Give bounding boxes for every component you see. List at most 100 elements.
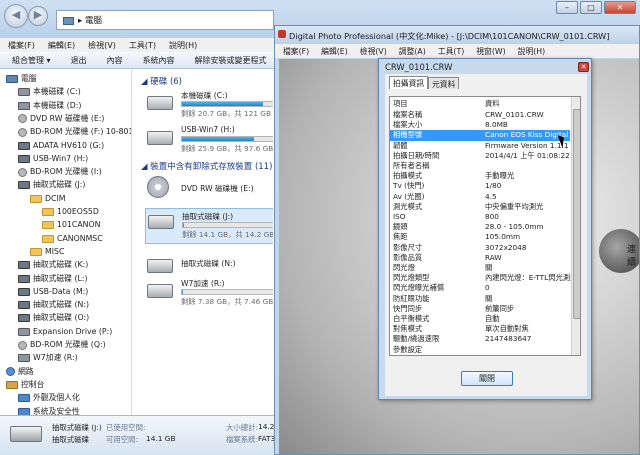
info-row[interactable]: 驅動/繞過速限 2147483647 — [390, 334, 570, 344]
group-hdd[interactable]: ◢ 硬碟 (6) — [141, 75, 182, 87]
dpp-menu-help[interactable]: 說明(H) — [510, 44, 550, 57]
info-row[interactable]: 閃光燈曝光補償 0 — [390, 283, 570, 293]
info-key: ISO — [393, 212, 406, 221]
info-row[interactable]: 拍攝模式 手動曝光 — [390, 171, 570, 181]
info-row[interactable]: 鏡頭 28.0 - 105.0mm — [390, 222, 570, 232]
info-row[interactable]: 影像品質 RAW — [390, 253, 570, 263]
tree-item[interactable]: 外觀及個人化 — [18, 391, 80, 404]
tree-item[interactable]: 本機磁碟 (D:) — [18, 99, 81, 112]
info-row[interactable]: 測光模式 中央偏重平均測光 — [390, 202, 570, 212]
info-row[interactable]: 檔案大小 8.0MB — [390, 120, 570, 130]
tree-item[interactable]: 抽取式磁碟 (J:) — [18, 178, 85, 191]
info-row[interactable]: 相機型號 Canon EOS Kiss Digital — [390, 130, 570, 141]
status-fs-label: 檔案系統: — [226, 435, 259, 444]
drive-tile-e[interactable]: DVD RW 磁碟機 (E:) — [147, 176, 273, 210]
tree-item[interactable]: BD-ROM 光碟機 (Q:) — [18, 338, 106, 351]
scrollbar-thumb[interactable] — [573, 109, 580, 319]
tab-metadata[interactable]: 元資料 — [428, 77, 460, 89]
minimize-button[interactable]: – — [556, 1, 578, 14]
info-value: 2014/4/1 上午 01:08:22 — [485, 150, 570, 160]
info-row[interactable]: Av (光圈) 4.5 — [390, 192, 570, 202]
info-row[interactable]: 快門同步 前簾同步 — [390, 304, 570, 314]
tree-item[interactable]: BD-ROM 光碟機 (F:) 10-801 — [18, 125, 131, 138]
menu-help[interactable]: 說明(H) — [161, 38, 202, 51]
info-row[interactable]: 焦距 105.0mm — [390, 232, 570, 242]
info-row[interactable]: 檔案名稱 CRW_0101.CRW — [390, 110, 570, 120]
tree-item[interactable]: 控制台 — [6, 378, 44, 391]
info-row[interactable]: 防紅眼功能 關 — [390, 294, 570, 304]
tree-item[interactable]: BD-ROM 光碟機 (I:) — [18, 165, 102, 178]
tree-item[interactable]: DVD RW 磁碟機 (E:) — [18, 112, 104, 125]
tree-item[interactable]: 網路 — [6, 365, 34, 378]
menu-edit[interactable]: 編輯(E) — [40, 38, 80, 51]
info-row[interactable]: 韌體 Firmware Version 1.1.1 — [390, 141, 570, 151]
maximize-button[interactable]: □ — [580, 1, 602, 14]
drive-tile-c[interactable]: 本機磁碟 (C:) 剩餘 20.7 GB，共 121 GB — [147, 90, 273, 124]
info-row[interactable]: 白平衡模式 自動 — [390, 314, 570, 324]
drive-tile-h[interactable]: USB-Win7 (H:) 剩餘 25.9 GB，共 97.6 GB — [147, 125, 273, 159]
tree-item[interactable]: 本機磁碟 (C:) — [18, 85, 81, 98]
close-window-button[interactable]: ✕ — [604, 1, 636, 14]
dpp-menu-tools[interactable]: 工具(T) — [430, 44, 468, 57]
info-row[interactable]: 參數設定 — [390, 345, 570, 355]
info-row[interactable]: 閃光燈類型 內建閃光燈：E-TTL閃光測光 — [390, 273, 575, 283]
status-free-value: 14.1 GB — [146, 434, 176, 443]
tree-item[interactable]: 抽取式磁碟 (L:) — [18, 272, 88, 285]
eject-button[interactable]: 退出 — [59, 52, 95, 66]
dpp-menu-edit[interactable]: 編輯(E) — [313, 44, 352, 57]
tree-item[interactable]: W7加速 (R:) — [18, 351, 78, 364]
drive-icon — [18, 327, 30, 336]
back-button[interactable]: ◀ — [4, 4, 28, 28]
tree-item[interactable]: 100EOS5D — [42, 205, 99, 218]
dpp-menu-adjust[interactable]: 調整(A) — [391, 44, 430, 57]
usb-drive-icon — [18, 301, 30, 310]
tree-item[interactable]: 抽取式磁碟 (N:) — [18, 298, 89, 311]
dpp-menu-file[interactable]: 檔案(F) — [275, 44, 313, 57]
tree-item[interactable]: Expansion Drive (P:) — [18, 325, 112, 338]
tree-item[interactable]: 101CANON — [42, 218, 100, 231]
menu-tools[interactable]: 工具(T) — [121, 38, 161, 51]
info-scrollbar[interactable] — [571, 97, 580, 355]
tree-item[interactable]: USB-Data (M:) — [18, 285, 88, 298]
info-row[interactable]: Tv (快門) 1/80 — [390, 181, 570, 191]
system-properties-button[interactable]: 系統內容 — [131, 52, 183, 66]
dpp-menu-window[interactable]: 視窗(W) — [468, 44, 509, 57]
dialog-close-button[interactable]: ✕ — [578, 62, 589, 72]
tree-item[interactable]: USB-Win7 (H:) — [18, 152, 88, 165]
control-panel-icon — [6, 380, 18, 389]
info-row[interactable]: 對焦模式 單次自動對焦 — [390, 324, 570, 334]
group-removable-label: 裝置中含有卸除式存放裝置 (11) — [150, 162, 273, 172]
dpp-menu-view[interactable]: 檢視(V) — [352, 44, 391, 57]
info-row[interactable]: ISO 800 — [390, 212, 570, 222]
close-dialog-button[interactable]: 關閉 — [461, 371, 513, 386]
forward-button[interactable]: ▶ — [28, 6, 48, 26]
appearance-icon — [18, 394, 30, 403]
tree-item[interactable]: 系統及安全性 — [18, 405, 80, 415]
tree-item[interactable]: CANONMSC — [42, 232, 103, 245]
organize-button[interactable]: 組合管理 ▾ — [0, 52, 59, 66]
tab-shooting-info[interactable]: 拍攝資訊 — [389, 76, 429, 89]
tree-item[interactable]: DCIM — [30, 192, 65, 205]
address-bar[interactable]: ▸ 電腦 — [56, 10, 274, 30]
drive-tile-r[interactable]: W7加速 (R:) 剩餘 7.38 GB，共 7.46 GB — [147, 278, 273, 312]
tree-item[interactable]: 抽取式磁碟 (K:) — [18, 258, 88, 271]
menu-file[interactable]: 檔案(F) — [0, 38, 40, 51]
tree-item-label: 外觀及個人化 — [33, 393, 80, 403]
tree-item[interactable]: ADATA HV610 (G:) — [18, 139, 104, 152]
info-row[interactable]: 所有者名稱 — [390, 161, 570, 171]
drive-tile-j[interactable]: 抽取式磁碟 (J:) 剩餘 14.1 GB，共 14.2 GB — [145, 208, 273, 244]
info-header-row[interactable]: 項目 資料 — [390, 99, 570, 109]
tree-item-label: 100EOS5D — [57, 207, 99, 216]
tree-item[interactable]: 電腦 — [6, 72, 37, 85]
info-row[interactable]: 影像尺寸 3072x2048 — [390, 243, 570, 253]
uninstall-button[interactable]: 解除安裝或變更程式 — [183, 52, 275, 66]
info-row[interactable]: 閃光燈 關 — [390, 263, 570, 273]
usb-drive-icon — [18, 287, 30, 296]
info-row[interactable]: 拍攝日期/時間 2014/4/1 上午 01:08:22 — [390, 151, 570, 161]
computer-icon — [6, 75, 18, 83]
menu-view[interactable]: 檢視(V) — [80, 38, 121, 51]
group-removable[interactable]: ◢ 裝置中含有卸除式存放裝置 (11) — [141, 160, 272, 172]
properties-button[interactable]: 內容 — [95, 52, 131, 66]
tree-item[interactable]: MISC — [30, 245, 64, 258]
tree-item[interactable]: 抽取式磁碟 (O:) — [18, 311, 89, 324]
